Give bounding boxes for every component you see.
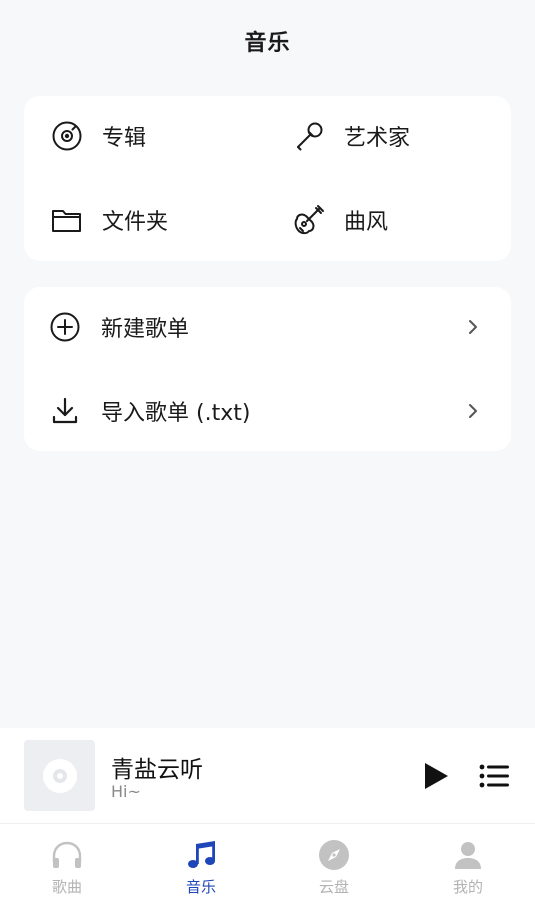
- category-folder[interactable]: 文件夹: [50, 180, 168, 260]
- playlist-actions-card: 新建歌单 导入歌单 (.txt): [24, 287, 511, 451]
- download-icon: [48, 394, 82, 428]
- album-icon: [50, 119, 84, 153]
- category-artist[interactable]: 艺术家: [292, 96, 410, 176]
- tab-music[interactable]: 音乐: [134, 838, 268, 902]
- category-label: 文件夹: [102, 210, 169, 235]
- play-button[interactable]: [418, 758, 454, 794]
- folder-icon: [50, 203, 84, 237]
- import-playlist-label: 导入歌单 (.txt): [101, 401, 251, 426]
- guitar-icon: [292, 203, 326, 237]
- music-note-icon: [184, 838, 218, 872]
- tab-label: 歌曲: [51, 878, 82, 896]
- header: 音乐: [0, 0, 535, 82]
- microphone-icon: [292, 119, 326, 153]
- category-label: 曲风: [344, 210, 389, 235]
- list-icon: [479, 764, 509, 788]
- tab-label: 音乐: [185, 878, 216, 896]
- chevron-right-icon: [464, 402, 482, 420]
- playlist-queue-button[interactable]: [476, 758, 512, 794]
- new-playlist-item[interactable]: 新建歌单: [24, 287, 511, 367]
- category-label: 专辑: [102, 126, 147, 151]
- mini-player[interactable]: 青盐云听 Hi~: [0, 728, 535, 823]
- music-app: 音乐 专辑 艺术家 文件夹 曲风 新建歌单 导入歌单 (.txt) 青盐云听 H…: [0, 0, 535, 915]
- headphones-icon: [50, 838, 84, 872]
- track-title: 青盐云听: [111, 757, 203, 783]
- tab-label: 云盘: [318, 878, 349, 896]
- tab-profile[interactable]: 我的: [401, 838, 535, 902]
- bottom-tab-bar: 歌曲 音乐 云盘 我的: [0, 823, 535, 915]
- compass-icon: [317, 838, 351, 872]
- library-category-card: 专辑 艺术家 文件夹 曲风: [24, 96, 511, 261]
- category-genre[interactable]: 曲风: [292, 180, 388, 260]
- tab-cloud[interactable]: 云盘: [267, 838, 401, 902]
- chevron-right-icon: [464, 318, 482, 336]
- play-icon: [425, 763, 448, 789]
- user-icon: [451, 838, 485, 872]
- page-title: 音乐: [244, 31, 291, 56]
- disc-icon: [42, 758, 77, 793]
- plus-circle-icon: [48, 310, 82, 344]
- track-subtitle: Hi~: [111, 782, 141, 801]
- tab-label: 我的: [452, 878, 483, 896]
- tab-songs[interactable]: 歌曲: [0, 838, 134, 902]
- import-playlist-item[interactable]: 导入歌单 (.txt): [24, 371, 511, 451]
- album-cover: [24, 740, 95, 811]
- new-playlist-label: 新建歌单: [101, 317, 190, 342]
- category-album[interactable]: 专辑: [50, 96, 146, 176]
- category-label: 艺术家: [344, 126, 411, 151]
